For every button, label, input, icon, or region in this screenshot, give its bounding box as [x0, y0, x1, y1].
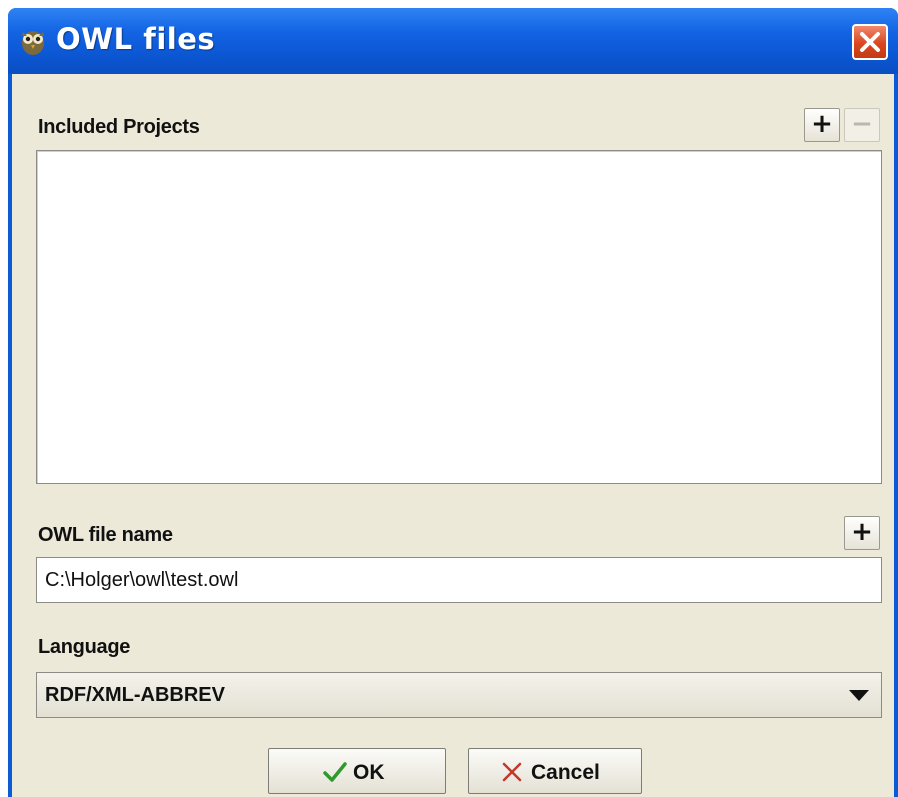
language-selected-value: RDF/XML-ABBREV	[45, 684, 225, 706]
add-project-button[interactable]: +	[804, 108, 840, 142]
owl-file-name-label: OWL file name	[38, 524, 173, 546]
cancel-button-label: Cancel	[531, 761, 600, 784]
language-label: Language	[38, 636, 131, 658]
dialog-title: OWL files	[56, 22, 216, 56]
included-projects-label: Included Projects	[38, 116, 200, 138]
close-icon	[860, 32, 880, 52]
cancel-button[interactable]: Cancel	[468, 748, 642, 794]
title-bar: OWL files	[8, 8, 898, 74]
ok-button[interactable]: OK	[268, 748, 446, 794]
remove-project-button[interactable]: −	[844, 108, 880, 142]
browse-file-button[interactable]: +	[844, 516, 880, 550]
included-projects-list[interactable]	[36, 150, 882, 484]
owl-files-dialog: OWL files Included Projects + − OWL file…	[8, 8, 898, 797]
close-button[interactable]	[852, 24, 888, 60]
checkmark-icon	[323, 762, 347, 782]
language-select[interactable]: RDF/XML-ABBREV	[36, 672, 882, 718]
owl-app-icon	[22, 31, 44, 55]
dialog-content: Included Projects + − OWL file name + C:…	[12, 74, 894, 797]
chevron-down-icon	[849, 690, 869, 701]
x-icon	[502, 762, 522, 782]
ok-button-label: OK	[353, 761, 385, 784]
owl-file-name-field[interactable]: C:\Holger\owl\test.owl	[36, 557, 882, 603]
